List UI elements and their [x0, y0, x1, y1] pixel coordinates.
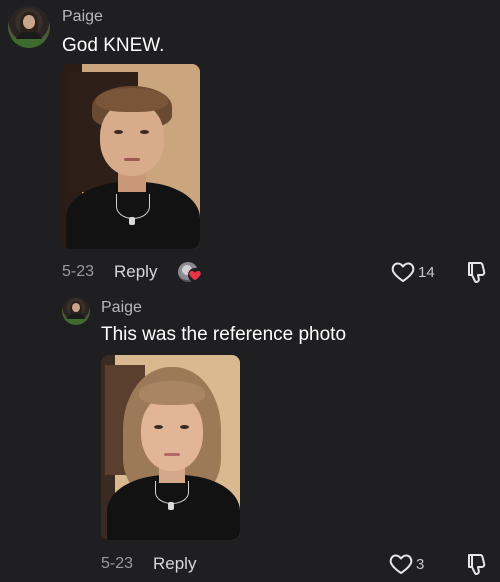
reply-comment: Paige This was the reference photo 5-23 …: [0, 290, 500, 582]
comment-photo[interactable]: [101, 355, 240, 540]
comment-date: 5-23: [62, 263, 95, 280]
like-count: 14: [418, 264, 435, 281]
heart-outline-icon[interactable]: [391, 261, 415, 283]
like-count: 3: [416, 556, 425, 573]
thumbs-down-icon[interactable]: [466, 552, 488, 576]
reply-button[interactable]: Reply: [153, 554, 196, 574]
comment-username[interactable]: Paige: [101, 299, 142, 317]
heart-outline-icon[interactable]: [389, 553, 413, 575]
comment-date: 5-23: [101, 555, 134, 572]
avatar[interactable]: [8, 6, 50, 48]
comment-text: This was the reference photo: [101, 324, 347, 345]
thumbs-down-icon[interactable]: [466, 260, 488, 284]
comment-username[interactable]: Paige: [62, 8, 103, 26]
comment-photo[interactable]: [62, 64, 200, 249]
heart-reaction-icon: [188, 268, 202, 282]
reply-button[interactable]: Reply: [114, 262, 157, 282]
avatar[interactable]: [62, 297, 90, 325]
comment: Paige God KNEW. 5-23 Reply 14: [0, 0, 500, 290]
comment-text: God KNEW.: [62, 35, 165, 56]
